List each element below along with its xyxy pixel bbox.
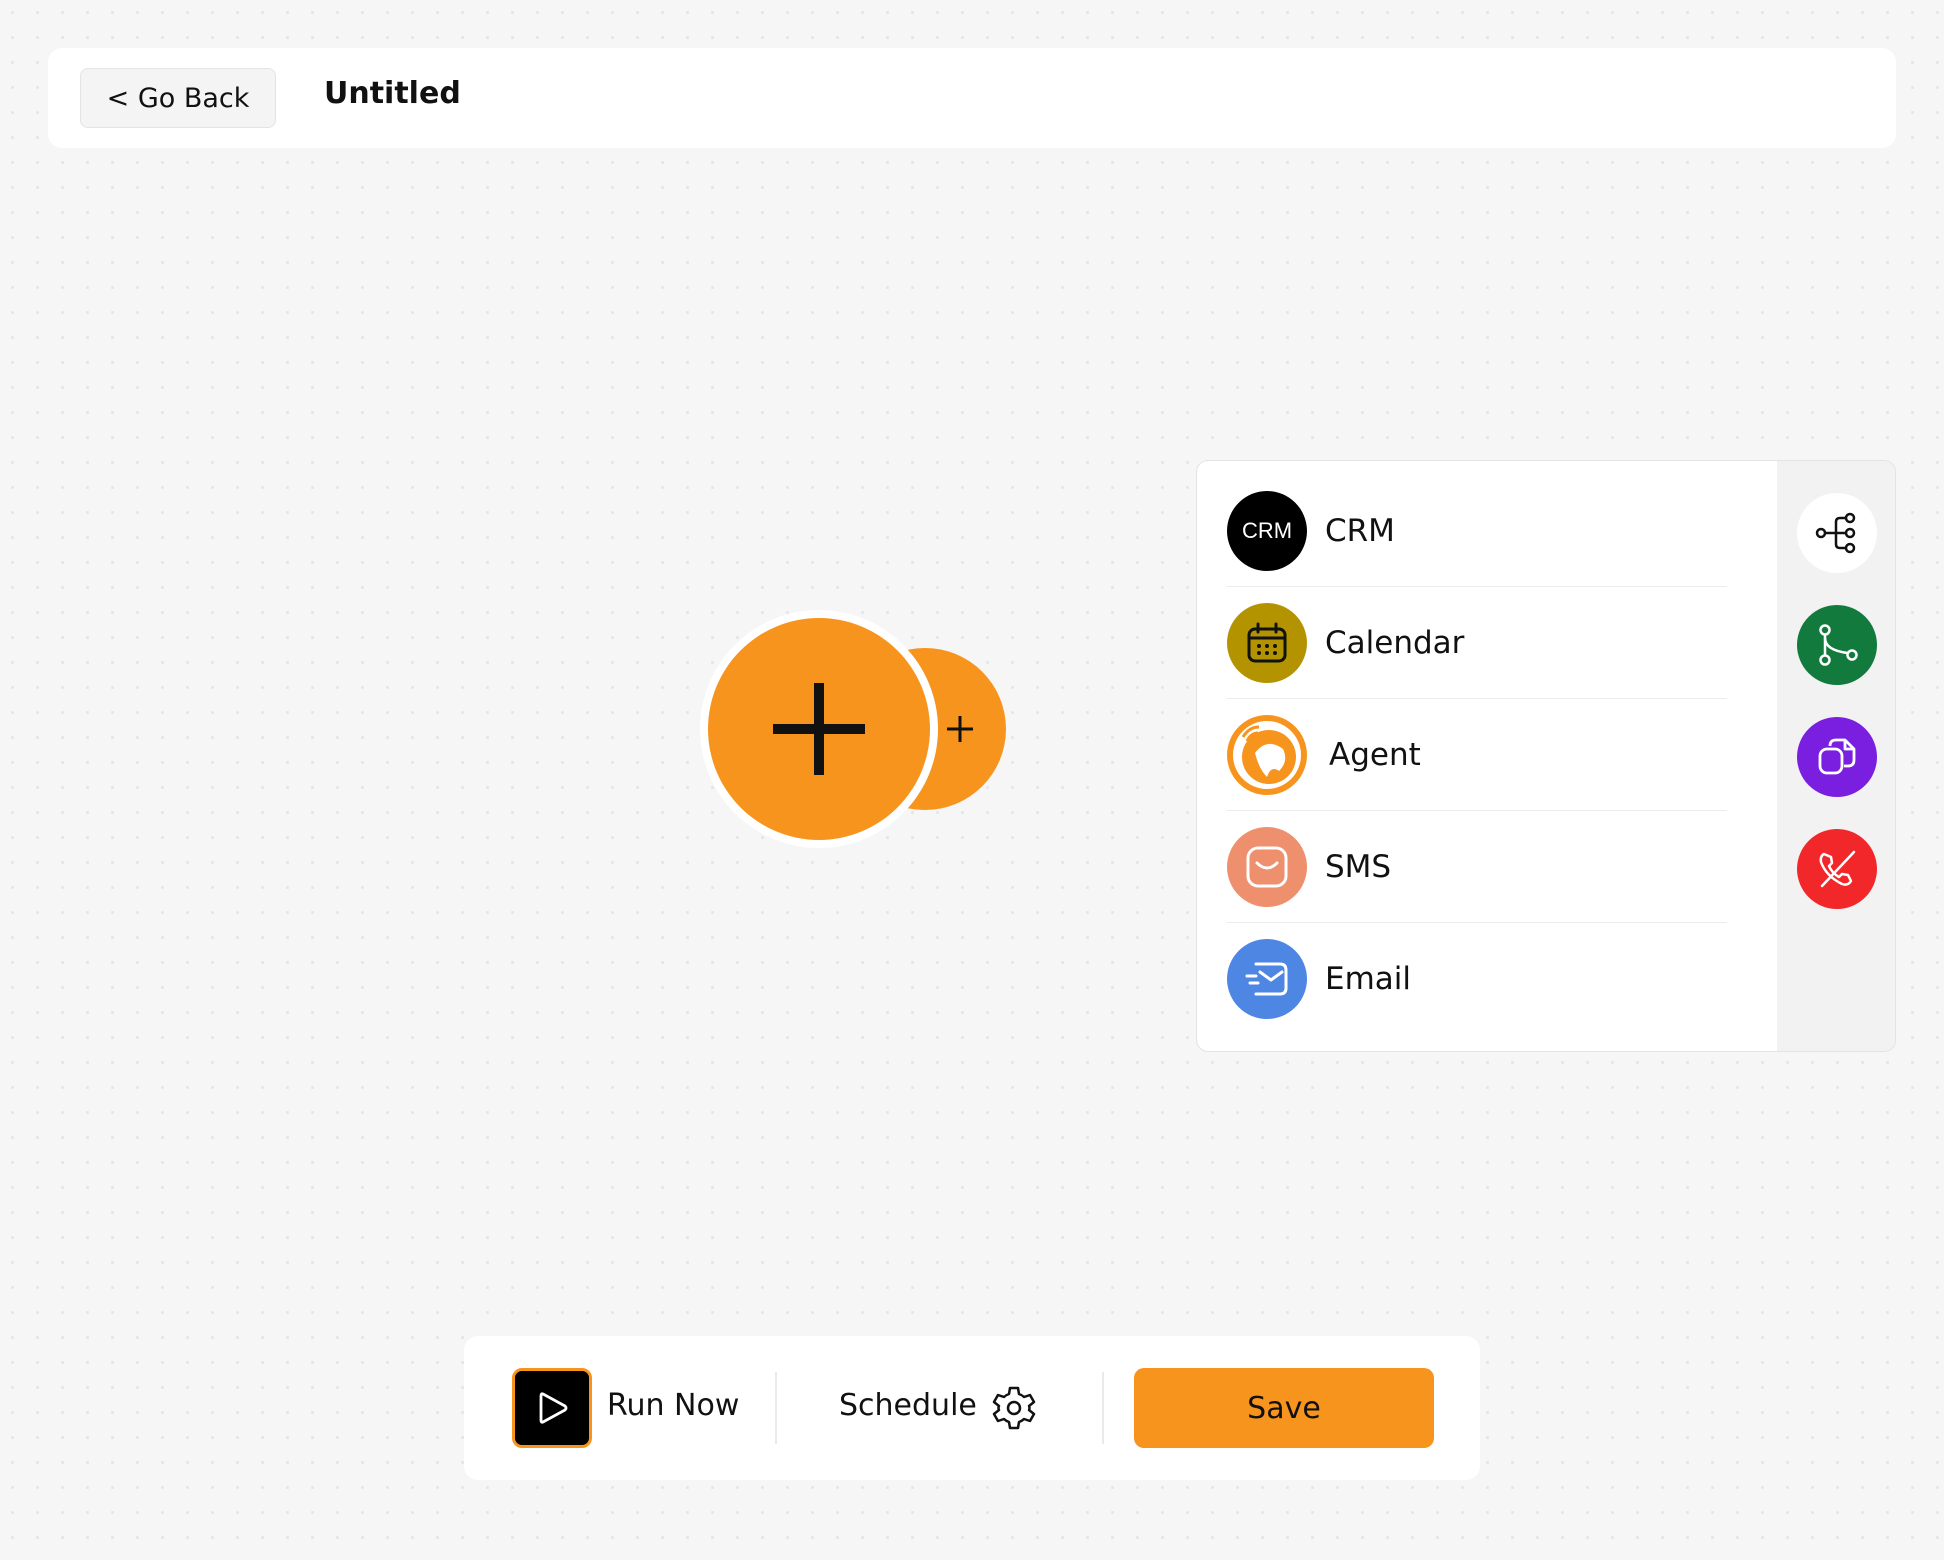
hang-up-icon: [1819, 850, 1856, 888]
toolbar-divider: [1102, 1372, 1104, 1444]
copy-button[interactable]: [1797, 717, 1877, 797]
add-node-button[interactable]: [708, 618, 930, 840]
schedule-label[interactable]: Schedule: [839, 1388, 977, 1423]
top-bar: < Go Back Untitled: [48, 48, 1896, 148]
node-item-label: SMS: [1325, 849, 1392, 885]
page-title: Untitled: [324, 76, 461, 111]
branch-button[interactable]: [1797, 605, 1877, 685]
run-now-label[interactable]: Run Now: [607, 1388, 739, 1423]
node-item-email[interactable]: Email: [1227, 923, 1727, 1035]
run-now-button[interactable]: [512, 1368, 592, 1448]
gear-icon[interactable]: [990, 1384, 1038, 1432]
flow-tree-icon: [1815, 512, 1856, 554]
crm-icon: CRM: [1227, 491, 1307, 571]
toolbar-divider: [775, 1372, 777, 1444]
calendar-icon: [1227, 603, 1307, 683]
node-item-label: Email: [1325, 961, 1412, 997]
flow-tree-button[interactable]: [1797, 493, 1877, 573]
node-type-list: CRM CRM Calendar Agent SMS Email: [1197, 461, 1777, 1051]
play-icon: [539, 1392, 568, 1424]
node-picker-panel: CRM CRM Calendar Agent SMS Email: [1196, 460, 1896, 1052]
email-icon: [1227, 939, 1307, 1019]
sms-icon: [1227, 827, 1307, 907]
node-item-label: CRM: [1325, 513, 1395, 549]
panel-side-actions: [1777, 461, 1895, 1051]
save-button[interactable]: Save: [1134, 1368, 1434, 1448]
hang-up-button[interactable]: [1797, 829, 1877, 909]
crm-badge-text: CRM: [1241, 518, 1293, 543]
node-item-agent[interactable]: Agent: [1227, 699, 1727, 811]
branch-icon: [1819, 624, 1858, 666]
agent-icon: [1227, 715, 1307, 795]
node-item-calendar[interactable]: Calendar: [1227, 587, 1727, 699]
copy-icon: [1818, 738, 1856, 775]
bottom-toolbar: Run Now Schedule Save: [464, 1336, 1480, 1480]
go-back-button[interactable]: < Go Back: [80, 68, 276, 128]
plus-icon: [773, 683, 865, 775]
node-item-label: Agent: [1329, 737, 1421, 773]
node-item-label: Calendar: [1325, 625, 1465, 661]
node-item-sms[interactable]: SMS: [1227, 811, 1727, 923]
node-item-crm[interactable]: CRM CRM: [1227, 475, 1727, 587]
